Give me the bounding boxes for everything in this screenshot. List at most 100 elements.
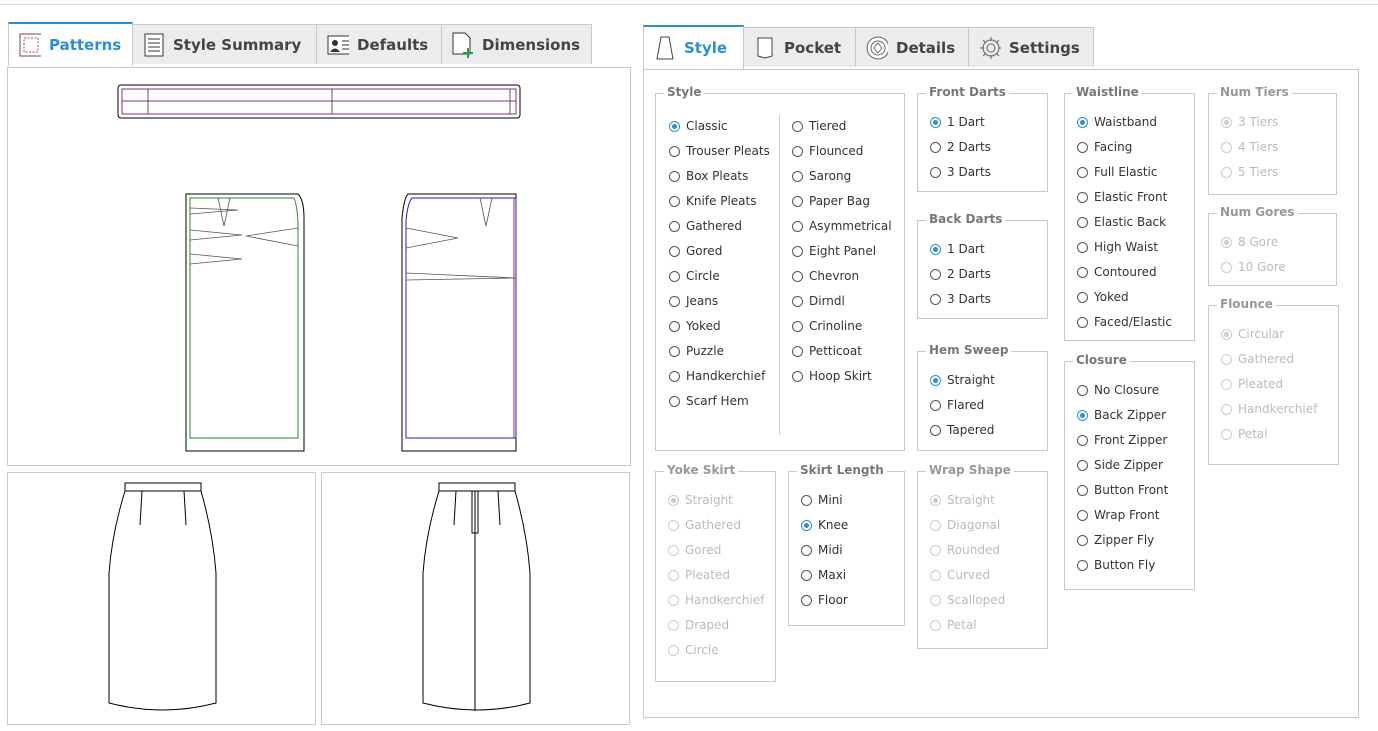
radio[interactable] <box>1077 534 1088 546</box>
option-floor[interactable]: Floor <box>801 593 848 607</box>
radio[interactable] <box>801 594 812 606</box>
radio[interactable] <box>1077 266 1088 278</box>
radio-selected[interactable] <box>930 243 941 255</box>
option-gathered[interactable]: Gathered <box>669 219 742 233</box>
tab-pocket[interactable]: Pocket <box>743 27 856 67</box>
option-circle[interactable]: Circle <box>669 269 720 283</box>
option-tapered[interactable]: Tapered <box>930 423 994 437</box>
option-2-darts[interactable]: 2 Darts <box>930 140 991 154</box>
radio-selected[interactable] <box>801 519 812 531</box>
radio[interactable] <box>930 268 941 280</box>
radio[interactable] <box>930 293 941 305</box>
option-yoked[interactable]: Yoked <box>1077 290 1129 304</box>
option-front-zipper[interactable]: Front Zipper <box>1077 433 1167 447</box>
option-yoked[interactable]: Yoked <box>669 319 721 333</box>
radio[interactable] <box>792 170 803 182</box>
option-elastic-back[interactable]: Elastic Back <box>1077 215 1166 229</box>
option-sarong[interactable]: Sarong <box>792 169 851 183</box>
radio[interactable] <box>930 399 941 411</box>
option-back-zipper[interactable]: Back Zipper <box>1077 408 1166 422</box>
option-high-waist[interactable]: High Waist <box>1077 240 1158 254</box>
option-flounced[interactable]: Flounced <box>792 144 863 158</box>
option-faced-elastic[interactable]: Faced/Elastic <box>1077 315 1172 329</box>
option-wrap-front[interactable]: Wrap Front <box>1077 508 1159 522</box>
option-asymmetrical[interactable]: Asymmetrical <box>792 219 892 233</box>
option-knife-pleats[interactable]: Knife Pleats <box>669 194 757 208</box>
option-hoop-skirt[interactable]: Hoop Skirt <box>792 369 872 383</box>
radio[interactable] <box>792 370 803 382</box>
radio[interactable] <box>669 320 680 332</box>
radio[interactable] <box>930 166 941 178</box>
option-1-dart[interactable]: 1 Dart <box>930 242 985 256</box>
option-contoured[interactable]: Contoured <box>1077 265 1157 279</box>
radio[interactable] <box>669 145 680 157</box>
option-mini[interactable]: Mini <box>801 493 843 507</box>
option-waistband[interactable]: Waistband <box>1077 115 1157 129</box>
radio[interactable] <box>1077 191 1088 203</box>
option-no-closure[interactable]: No Closure <box>1077 383 1159 397</box>
radio[interactable] <box>930 424 941 436</box>
option-box-pleats[interactable]: Box Pleats <box>669 169 748 183</box>
radio-selected[interactable] <box>930 374 941 386</box>
radio[interactable] <box>669 245 680 257</box>
option-dirndl[interactable]: Dirndl <box>792 294 845 308</box>
option-maxi[interactable]: Maxi <box>801 568 846 582</box>
radio[interactable] <box>669 295 680 307</box>
radio[interactable] <box>1077 484 1088 496</box>
option-trouser-pleats[interactable]: Trouser Pleats <box>669 144 770 158</box>
radio[interactable] <box>930 141 941 153</box>
option-gored[interactable]: Gored <box>669 244 722 258</box>
front-sketch-view[interactable] <box>7 472 316 725</box>
tab-dimensions[interactable]: Dimensions <box>441 24 592 64</box>
radio-selected[interactable] <box>1077 409 1088 421</box>
tab-settings[interactable]: Settings <box>968 27 1094 67</box>
radio[interactable] <box>792 120 803 132</box>
option-button-front[interactable]: Button Front <box>1077 483 1168 497</box>
tab-style[interactable]: Style <box>643 25 744 69</box>
radio[interactable] <box>792 145 803 157</box>
radio[interactable] <box>1077 241 1088 253</box>
radio[interactable] <box>1077 559 1088 571</box>
option-handkerchief[interactable]: Handkerchief <box>669 369 765 383</box>
radio-selected[interactable] <box>1077 116 1088 128</box>
radio[interactable] <box>792 345 803 357</box>
tab-style-summary[interactable]: Style Summary <box>132 24 317 64</box>
radio[interactable] <box>669 220 680 232</box>
option-full-elastic[interactable]: Full Elastic <box>1077 165 1158 179</box>
radio[interactable] <box>669 370 680 382</box>
radio[interactable] <box>792 270 803 282</box>
option-button-fly[interactable]: Button Fly <box>1077 558 1155 572</box>
radio[interactable] <box>1077 384 1088 396</box>
tab-defaults[interactable]: Defaults <box>316 24 442 64</box>
tab-details[interactable]: Details <box>855 27 969 67</box>
radio[interactable] <box>1077 459 1088 471</box>
option-petticoat[interactable]: Petticoat <box>792 344 862 358</box>
pattern-view[interactable] <box>7 67 631 466</box>
radio[interactable] <box>1077 509 1088 521</box>
option-tiered[interactable]: Tiered <box>792 119 846 133</box>
radio[interactable] <box>1077 434 1088 446</box>
option-3-darts[interactable]: 3 Darts <box>930 165 991 179</box>
radio[interactable] <box>792 295 803 307</box>
tab-patterns[interactable]: Patterns <box>8 22 133 66</box>
option-3-darts[interactable]: 3 Darts <box>930 292 991 306</box>
option-flared[interactable]: Flared <box>930 398 984 412</box>
radio[interactable] <box>792 245 803 257</box>
option-elastic-front[interactable]: Elastic Front <box>1077 190 1167 204</box>
radio[interactable] <box>801 569 812 581</box>
option-chevron[interactable]: Chevron <box>792 269 859 283</box>
radio[interactable] <box>1077 166 1088 178</box>
radio-selected[interactable] <box>669 120 680 132</box>
option-puzzle[interactable]: Puzzle <box>669 344 724 358</box>
radio[interactable] <box>1077 316 1088 328</box>
radio[interactable] <box>669 170 680 182</box>
option-classic[interactable]: Classic <box>669 119 728 133</box>
radio-selected[interactable] <box>930 116 941 128</box>
radio[interactable] <box>792 220 803 232</box>
option-eight-panel[interactable]: Eight Panel <box>792 244 876 258</box>
option-zipper-fly[interactable]: Zipper Fly <box>1077 533 1154 547</box>
radio[interactable] <box>1077 291 1088 303</box>
radio[interactable] <box>792 320 803 332</box>
radio[interactable] <box>1077 141 1088 153</box>
option-straight[interactable]: Straight <box>930 373 995 387</box>
